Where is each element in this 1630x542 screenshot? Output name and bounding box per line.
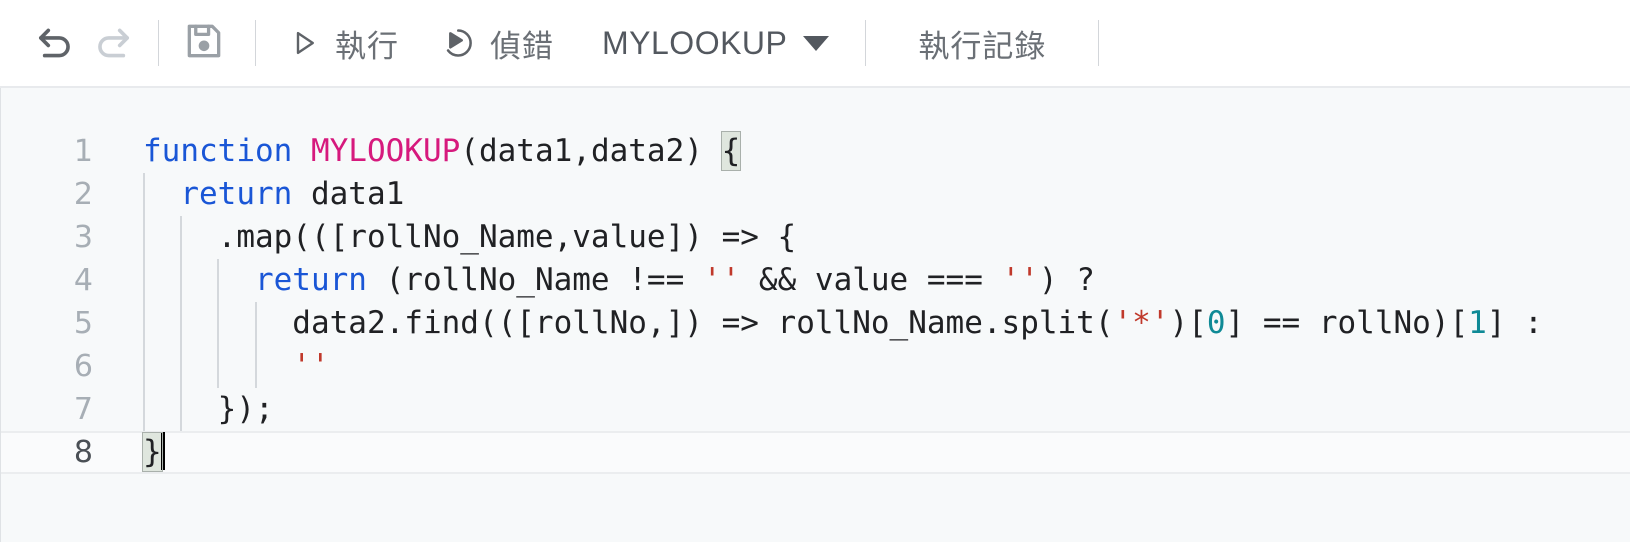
line-number: 1 xyxy=(73,134,93,169)
code-token: function xyxy=(143,133,293,169)
save-button[interactable] xyxy=(175,15,233,71)
run-button[interactable]: 執行 xyxy=(278,15,409,72)
redo-button[interactable] xyxy=(84,15,142,71)
code-lines[interactable]: 1 function MYLOOKUP(data1,data2) {2 retur… xyxy=(1,130,1630,474)
code-token: '' xyxy=(1001,262,1039,298)
undo-arrow-icon xyxy=(32,18,78,69)
toolbar-separator-2 xyxy=(255,20,256,66)
code-token: && value === xyxy=(740,262,1002,298)
code-line[interactable]: 7 }); xyxy=(1,388,1630,431)
code-text[interactable]: return data1 xyxy=(143,173,404,216)
code-token: data2.find(([rollNo,]) => rollNo_Name.sp… xyxy=(143,305,1114,341)
line-number: 8 xyxy=(73,435,93,470)
code-line[interactable]: 8} xyxy=(1,431,1630,474)
line-number: 3 xyxy=(73,220,93,255)
code-token: '' xyxy=(292,348,330,384)
code-text[interactable]: '' xyxy=(143,345,330,388)
code-token: '*' xyxy=(1113,305,1170,341)
code-token: 0 xyxy=(1206,305,1226,341)
play-triangle-icon xyxy=(288,27,320,59)
code-editor[interactable]: 1 function MYLOOKUP(data1,data2) {2 retur… xyxy=(0,88,1630,542)
script-editor-window: 執行 偵錯 MYLOOKUP 執行記錄 1 function MYLOOKUP(d… xyxy=(0,0,1630,542)
code-line[interactable]: 4 return (rollNo_Name !== '' && value ==… xyxy=(1,259,1630,302)
floppy-disk-icon xyxy=(182,19,226,68)
code-line[interactable]: 1 function MYLOOKUP(data1,data2) { xyxy=(1,130,1630,173)
code-text[interactable]: .map(([rollNo_Name,value]) => { xyxy=(143,216,797,259)
code-token: 1 xyxy=(1468,305,1487,341)
code-token: data1 xyxy=(292,176,405,212)
code-token: return xyxy=(254,262,367,298)
code-token: return xyxy=(180,176,293,212)
code-text[interactable]: return (rollNo_Name !== '' && value === … xyxy=(143,259,1095,302)
toolbar-separator-1 xyxy=(158,20,159,66)
debug-label: 偵錯 xyxy=(490,28,554,65)
text-cursor xyxy=(160,432,165,470)
code-line[interactable]: 2 return data1 xyxy=(1,173,1630,216)
debug-button[interactable]: 偵錯 xyxy=(431,15,564,72)
code-token: (data1,data2) xyxy=(460,133,722,169)
code-text[interactable]: function MYLOOKUP(data1,data2) { xyxy=(143,130,742,173)
function-selector[interactable]: MYLOOKUP xyxy=(594,19,837,68)
code-token: MYLOOKUP xyxy=(310,133,461,169)
editor-toolbar: 執行 偵錯 MYLOOKUP 執行記錄 xyxy=(0,0,1630,88)
run-label: 執行 xyxy=(335,28,399,65)
redo-arrow-icon xyxy=(90,18,136,69)
bracket-match-highlight: { xyxy=(720,131,742,171)
code-token: )[ xyxy=(1169,305,1207,341)
toolbar-separator-3 xyxy=(865,20,867,66)
line-number: 6 xyxy=(73,349,93,384)
code-token: }); xyxy=(143,391,274,427)
code-text[interactable]: } xyxy=(142,431,165,474)
line-number: 7 xyxy=(73,392,93,427)
code-token: ] == rollNo)[ xyxy=(1225,305,1469,341)
execution-log-button[interactable]: 執行記錄 xyxy=(888,15,1076,71)
bracket-match-highlight: } xyxy=(142,432,163,472)
line-number: 2 xyxy=(73,177,93,212)
debug-play-circle-icon xyxy=(441,26,475,60)
line-number: 4 xyxy=(73,263,93,298)
code-text[interactable]: }); xyxy=(143,388,274,431)
code-token: ] : xyxy=(1486,305,1543,341)
code-token: ) ? xyxy=(1038,262,1095,298)
code-text[interactable]: data2.find(([rollNo,]) => rollNo_Name.sp… xyxy=(143,302,1543,345)
chevron-down-icon xyxy=(803,35,830,51)
code-line[interactable]: 3 .map(([rollNo_Name,value]) => { xyxy=(1,216,1630,259)
toolbar-separator-4 xyxy=(1098,20,1100,66)
code-line[interactable]: 6 '' xyxy=(1,345,1630,388)
line-number: 5 xyxy=(73,306,93,341)
execution-log-label: 執行記錄 xyxy=(918,28,1047,65)
code-line[interactable]: 5 data2.find(([rollNo,]) => rollNo_Name.… xyxy=(1,302,1630,345)
code-token: (rollNo_Name !== xyxy=(366,262,703,298)
selected-function-name: MYLOOKUP xyxy=(602,24,788,61)
undo-button[interactable] xyxy=(26,15,84,71)
code-token: '' xyxy=(702,262,741,298)
code-token: .map(([rollNo_Name,value]) => { xyxy=(143,219,797,255)
